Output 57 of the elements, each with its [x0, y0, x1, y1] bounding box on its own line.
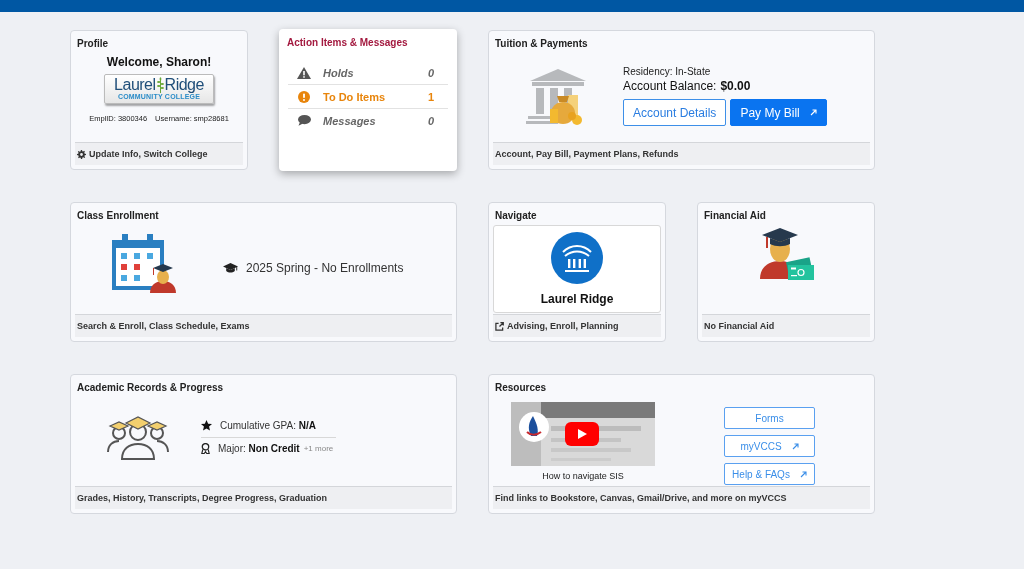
external-link-icon: [495, 321, 504, 331]
college-name: Laurel Ridge: [540, 292, 614, 306]
speech-bubble-icon: [297, 115, 311, 126]
action-item[interactable]: Holds 0: [288, 61, 448, 85]
card-footer[interactable]: Find links to Bookstore, Canvas, Gmail/Drive, and more on myVCCS: [493, 486, 870, 509]
graduation-cap-icon: [223, 263, 238, 273]
arrow-icon: [809, 109, 817, 116]
card-footer[interactable]: Advising, Enroll, Planning: [493, 314, 661, 337]
footer-text: Advising, Enroll, Planning: [507, 321, 619, 331]
residency-text: Residency: In-State: [623, 66, 712, 77]
card-title: Financial Aid: [703, 209, 767, 222]
card-footer[interactable]: Search & Enroll, Class Schedule, Exams: [75, 314, 452, 337]
card-title: Action Items & Messages: [286, 36, 409, 49]
card-title: Resources: [494, 381, 548, 394]
gpa-text: Cumulative GPA: N/A: [220, 420, 316, 431]
resource-button[interactable]: Help & FAQs: [724, 463, 815, 485]
card-footer[interactable]: Update Info, Switch College: [75, 142, 243, 165]
card-title: Navigate: [494, 209, 538, 222]
balance-amount: $0.00: [720, 79, 751, 93]
calendar-drawing: [112, 234, 178, 296]
account-details-button[interactable]: Account Details: [623, 99, 727, 126]
balance-label: Account Balance:: [623, 79, 717, 93]
pay-button[interactable]: Pay My Bill: [730, 99, 827, 126]
card-footer[interactable]: No Financial Aid: [702, 314, 870, 337]
card-footer[interactable]: Grades, History, Transcripts, Degree Progress, Graduation: [75, 486, 452, 509]
graduate-with-cash-drawing: [758, 225, 814, 281]
footer-text: Find links to Bookstore, Canvas, Gmail/Drive, and more on myVCCS: [495, 493, 787, 503]
card-title: Class Enrollment: [76, 209, 160, 222]
card-title: Academic Records & Progress: [76, 381, 225, 394]
card-title: Tuition & Payments: [494, 37, 589, 50]
gear-icon: [77, 149, 86, 159]
footer-text: Update Info, Switch College: [89, 149, 208, 159]
building-logo-icon: [551, 232, 603, 284]
footer-text: Grades, History, Transcripts, Degree Progress, Graduation: [77, 493, 327, 503]
resource-button[interactable]: myVCCS: [724, 435, 815, 457]
welcome-text: Welcome, Sharon!: [106, 55, 212, 69]
video-caption: How to navigate SIS: [542, 471, 624, 481]
award-icon: [201, 443, 210, 454]
warning-icon: [297, 66, 311, 79]
arrow-icon: [799, 470, 807, 478]
navigate-panel[interactable]: Laurel Ridge: [493, 225, 661, 313]
footer-text: No Financial Aid: [704, 321, 775, 331]
footer-text: Search & Enroll, Class Schedule, Exams: [77, 321, 250, 331]
star-icon: [201, 420, 212, 431]
footer-text: Account, Pay Bill, Payment Plans, Refunds: [495, 149, 679, 159]
resource-button[interactable]: Forms: [724, 407, 815, 429]
term-text: 2025 Spring - No Enrollments: [246, 261, 404, 275]
action-item[interactable]: Messages 0: [288, 109, 448, 132]
exclamation-icon: [298, 90, 310, 103]
arrow-icon: [791, 442, 799, 450]
card-title: Profile: [76, 37, 110, 50]
major-text: Major: Non Credit: [218, 443, 300, 454]
students-drawing: [107, 414, 169, 460]
play-icon: [565, 422, 599, 446]
more-link[interactable]: +1 more: [303, 444, 334, 453]
card-footer[interactable]: Account, Pay Bill, Payment Plans, Refunds: [493, 142, 870, 165]
leaf-icon: [156, 77, 164, 93]
